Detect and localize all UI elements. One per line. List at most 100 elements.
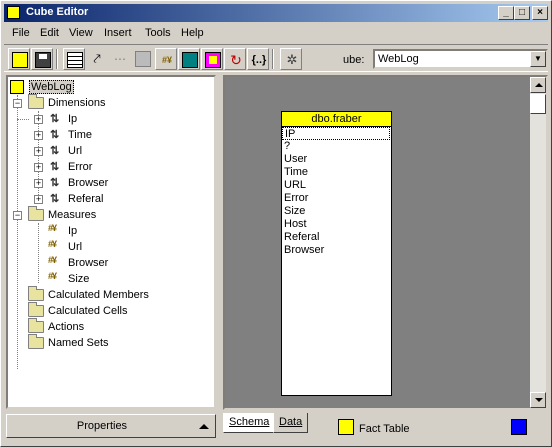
expand-icon[interactable]: + — [34, 195, 43, 204]
table-field[interactable]: Host — [282, 218, 391, 231]
cube-icon — [7, 6, 20, 19]
calculator-button[interactable] — [178, 48, 200, 70]
fact-table[interactable]: dbo.fraber IP ? User Time URL Error Size… — [281, 111, 392, 396]
menu-tools[interactable]: Tools — [145, 27, 171, 39]
table-field[interactable]: Referal — [282, 231, 391, 244]
expand-icon[interactable]: + — [34, 147, 43, 156]
fact-table-legend-label: Fact Table — [359, 423, 410, 435]
chevron-down-icon[interactable]: ▼ — [530, 51, 546, 67]
table-field[interactable]: IP — [282, 127, 390, 140]
tab-schema[interactable]: Schema — [223, 413, 276, 433]
tree-node-dimension[interactable]: + ⇅ Ip — [10, 111, 210, 127]
cube-icon — [10, 80, 24, 94]
scroll-down-button[interactable] — [530, 392, 546, 408]
window-title: Cube Editor — [26, 6, 89, 18]
table-field[interactable]: Error — [282, 192, 391, 205]
expand-icon[interactable]: + — [34, 115, 43, 124]
cube-label: ube: — [343, 54, 365, 66]
fact-table-title[interactable]: dbo.fraber — [282, 112, 391, 127]
expand-icon[interactable]: + — [34, 131, 43, 140]
arrow-up-icon — [535, 83, 543, 87]
tree-node-measure[interactable]: #¥ Browser — [10, 255, 210, 271]
cube-select-value: WebLog — [378, 53, 419, 65]
dimension-icon: ⇅ — [50, 113, 60, 125]
expand-icon[interactable]: + — [34, 179, 43, 188]
insert-cube-button[interactable] — [201, 48, 223, 70]
cube-select[interactable]: WebLog ▼ — [373, 49, 548, 69]
table-field[interactable]: Browser — [282, 244, 391, 257]
tree-node-dimension[interactable]: + ⇅ Browser — [10, 175, 210, 191]
minimize-button[interactable]: _ — [498, 6, 514, 20]
process-icon: ⤤ — [93, 51, 101, 66]
collapse-icon[interactable]: − — [13, 211, 22, 220]
braces-icon: {..} — [251, 54, 267, 66]
scroll-up-button[interactable] — [530, 77, 546, 93]
menu-edit[interactable]: Edit — [40, 27, 59, 39]
toolbar: ⤤ ⋯ #¥ ↻ {..} ✲ ube: WebLog ▼ — [4, 44, 548, 72]
folder-icon — [28, 302, 44, 317]
grid-button[interactable]: ⋯ — [109, 48, 131, 70]
measure-icon: #¥ — [161, 55, 172, 65]
properties-toggle-button[interactable] — [132, 48, 154, 70]
menu-file[interactable]: File — [12, 27, 30, 39]
tree-node-measure[interactable]: #¥ Ip — [10, 223, 210, 239]
table-field[interactable]: ? — [282, 140, 391, 153]
scroll-thumb[interactable] — [530, 94, 546, 114]
tree-node-measure[interactable]: #¥ Size — [10, 271, 210, 287]
cube-magenta-icon — [205, 52, 221, 68]
insert-measure-button[interactable]: #¥ — [155, 48, 177, 70]
measure-icon: #¥ — [48, 239, 57, 249]
tree-node-dimension[interactable]: + ⇅ Url — [10, 143, 210, 159]
arrow-down-icon — [535, 398, 543, 402]
toolbar-separator — [272, 49, 274, 69]
tab-data[interactable]: Data — [273, 413, 309, 433]
tree-node-root[interactable]: WebLog — [10, 79, 210, 95]
folder-open-icon — [28, 94, 44, 109]
tree-node-dimension[interactable]: + ⇅ Time — [10, 127, 210, 143]
save-button[interactable] — [31, 48, 53, 70]
maximize-button[interactable]: □ — [514, 6, 530, 20]
schema-pane[interactable]: dbo.fraber IP ? User Time URL Error Size… — [223, 75, 548, 410]
tab-data-label: Data — [279, 416, 303, 428]
tree-node-dimension[interactable]: + ⇅ Referal — [10, 191, 210, 207]
new-cube-button[interactable] — [8, 48, 30, 70]
table-icon — [67, 52, 83, 68]
table-field[interactable]: User — [282, 153, 391, 166]
menu-help[interactable]: Help — [181, 27, 204, 39]
menu-view[interactable]: View — [69, 27, 93, 39]
collapse-icon[interactable]: − — [13, 99, 22, 108]
title-bar[interactable]: Cube Editor _ □ × — [4, 4, 548, 22]
expand-icon[interactable]: + — [34, 163, 43, 172]
close-button[interactable]: × — [532, 6, 548, 20]
grid-icon: ⋯ — [114, 52, 126, 66]
vertical-scrollbar[interactable] — [530, 77, 546, 408]
tree-node-dimensions[interactable]: − Dimensions — [10, 94, 210, 111]
tree-node-measure[interactable]: #¥ Url — [10, 239, 210, 255]
named-set-button[interactable]: {..} — [247, 48, 269, 70]
properties-button[interactable]: Properties — [6, 414, 216, 438]
folder-icon — [28, 286, 44, 301]
dimension-table-swatch — [511, 419, 527, 435]
menu-insert[interactable]: Insert — [104, 27, 132, 39]
tree-node-calculated-cells[interactable]: Calculated Cells — [10, 302, 210, 319]
table-field[interactable]: URL — [282, 179, 391, 192]
table-field[interactable]: Size — [282, 205, 391, 218]
chevron-up-icon — [199, 424, 209, 429]
wizard-button[interactable]: ✲ — [280, 48, 302, 70]
cube-tree[interactable]: WebLog − Dimensions + ⇅ Ip + ⇅ Time + ⇅ … — [6, 75, 216, 409]
tree-line — [17, 119, 29, 120]
dimension-icon: ⇅ — [50, 129, 60, 141]
fact-table-swatch — [338, 419, 354, 435]
tree-node-calculated-members[interactable]: Calculated Members — [10, 286, 210, 303]
dimension-icon: ⇅ — [50, 145, 60, 157]
table-field[interactable]: Time — [282, 166, 391, 179]
table-view-button[interactable] — [63, 48, 85, 70]
tree-node-dimension[interactable]: + ⇅ Error — [10, 159, 210, 175]
folder-open-icon — [28, 206, 44, 221]
refresh-icon: ↻ — [230, 52, 242, 68]
tree-node-actions[interactable]: Actions — [10, 318, 210, 335]
tree-node-named-sets[interactable]: Named Sets — [10, 334, 210, 351]
process-button[interactable]: ⤤ — [86, 48, 108, 70]
tree-node-measures[interactable]: − Measures — [10, 206, 210, 223]
refresh-button[interactable]: ↻ — [224, 48, 246, 70]
